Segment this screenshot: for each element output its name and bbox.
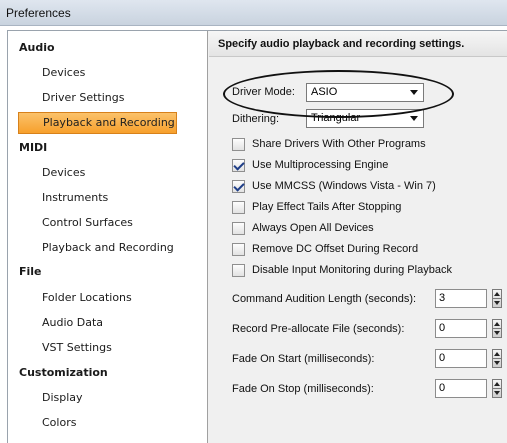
checkbox-mmcss[interactable] xyxy=(232,180,245,193)
sidebar-item-control-surfaces[interactable]: Control Surfaces xyxy=(8,211,208,235)
fade-stop-field[interactable]: 0 xyxy=(435,379,487,398)
sidebar-item-midi-devices[interactable]: Devices xyxy=(8,161,208,185)
divider xyxy=(493,328,501,329)
sidebar-item-display[interactable]: Display xyxy=(8,386,208,410)
fade-start-field[interactable]: 0 xyxy=(435,349,487,368)
arrow-up-icon xyxy=(494,292,500,296)
window-title: Preferences xyxy=(0,0,507,26)
checkbox-label: Share Drivers With Other Programs xyxy=(252,138,426,150)
chevron-down-icon xyxy=(410,90,418,95)
dithering-value: Triangular xyxy=(311,112,361,124)
checkbox-label: Always Open All Devices xyxy=(252,222,374,234)
checkbox-multiprocessing[interactable] xyxy=(232,159,245,172)
fade-start-spinner[interactable] xyxy=(492,349,502,368)
checkbox-open-all-devices[interactable] xyxy=(232,222,245,235)
sidebar-group-midi[interactable]: MIDI xyxy=(8,136,208,160)
category-sidebar: Audio Devices Driver Settings Playback a… xyxy=(8,31,208,443)
sidebar-item-audio-playback-recording[interactable]: Playback and Recording xyxy=(18,112,177,134)
audition-length-spinner[interactable] xyxy=(492,289,502,308)
settings-panel: Specify audio playback and recording set… xyxy=(209,31,507,443)
checkbox-input-monitoring[interactable] xyxy=(232,264,245,277)
checkbox-label: Remove DC Offset During Record xyxy=(252,243,419,255)
driver-mode-label: Driver Mode: xyxy=(232,86,295,98)
sidebar-group-file[interactable]: File xyxy=(8,260,208,284)
preallocate-spinner[interactable] xyxy=(492,319,502,338)
sidebar-item-audio-data[interactable]: Audio Data xyxy=(8,311,208,335)
divider xyxy=(493,388,501,389)
divider xyxy=(493,298,501,299)
driver-mode-value: ASIO xyxy=(311,86,338,98)
sidebar-item-audio-devices[interactable]: Devices xyxy=(8,61,208,85)
preallocate-label: Record Pre-allocate File (seconds): xyxy=(232,323,405,335)
sidebar-group-audio[interactable]: Audio xyxy=(8,36,208,60)
checkbox-label: Use MMCSS (Windows Vista - Win 7) xyxy=(252,180,436,192)
audition-length-label: Command Audition Length (seconds): xyxy=(232,293,417,305)
fade-stop-spinner[interactable] xyxy=(492,379,502,398)
panel-heading: Specify audio playback and recording set… xyxy=(209,31,507,57)
arrow-up-icon xyxy=(494,382,500,386)
preallocate-field[interactable]: 0 xyxy=(435,319,487,338)
arrow-down-icon xyxy=(494,361,500,365)
sidebar-item-colors[interactable]: Colors xyxy=(8,411,208,435)
dithering-select[interactable]: Triangular xyxy=(306,109,424,128)
sidebar-group-customization[interactable]: Customization xyxy=(8,361,208,385)
checkbox-dc-offset[interactable] xyxy=(232,243,245,256)
sidebar-item-vst-settings[interactable]: VST Settings xyxy=(8,336,208,360)
audition-length-field[interactable]: 3 xyxy=(435,289,487,308)
arrow-down-icon xyxy=(494,301,500,305)
driver-mode-select[interactable]: ASIO xyxy=(306,83,424,102)
sidebar-item-instruments[interactable]: Instruments xyxy=(8,186,208,210)
fade-stop-label: Fade On Stop (milliseconds): xyxy=(232,383,374,395)
arrow-down-icon xyxy=(494,331,500,335)
chevron-down-icon xyxy=(410,116,418,121)
checkbox-label: Use Multiprocessing Engine xyxy=(252,159,389,171)
sidebar-item-driver-settings[interactable]: Driver Settings xyxy=(8,86,208,110)
arrow-down-icon xyxy=(494,391,500,395)
checkbox-label: Disable Input Monitoring during Playback xyxy=(252,264,452,276)
dithering-label: Dithering: xyxy=(232,113,280,125)
sidebar-item-folder-locations[interactable]: Folder Locations xyxy=(8,286,208,310)
fade-start-label: Fade On Start (milliseconds): xyxy=(232,353,375,365)
divider xyxy=(493,358,501,359)
arrow-up-icon xyxy=(494,322,500,326)
checkbox-effect-tails[interactable] xyxy=(232,201,245,214)
sidebar-item-midi-playback-recording[interactable]: Playback and Recording xyxy=(8,236,208,260)
preferences-frame: Audio Devices Driver Settings Playback a… xyxy=(7,30,507,443)
checkbox-share-drivers[interactable] xyxy=(232,138,245,151)
arrow-up-icon xyxy=(494,352,500,356)
checkbox-label: Play Effect Tails After Stopping xyxy=(252,201,402,213)
